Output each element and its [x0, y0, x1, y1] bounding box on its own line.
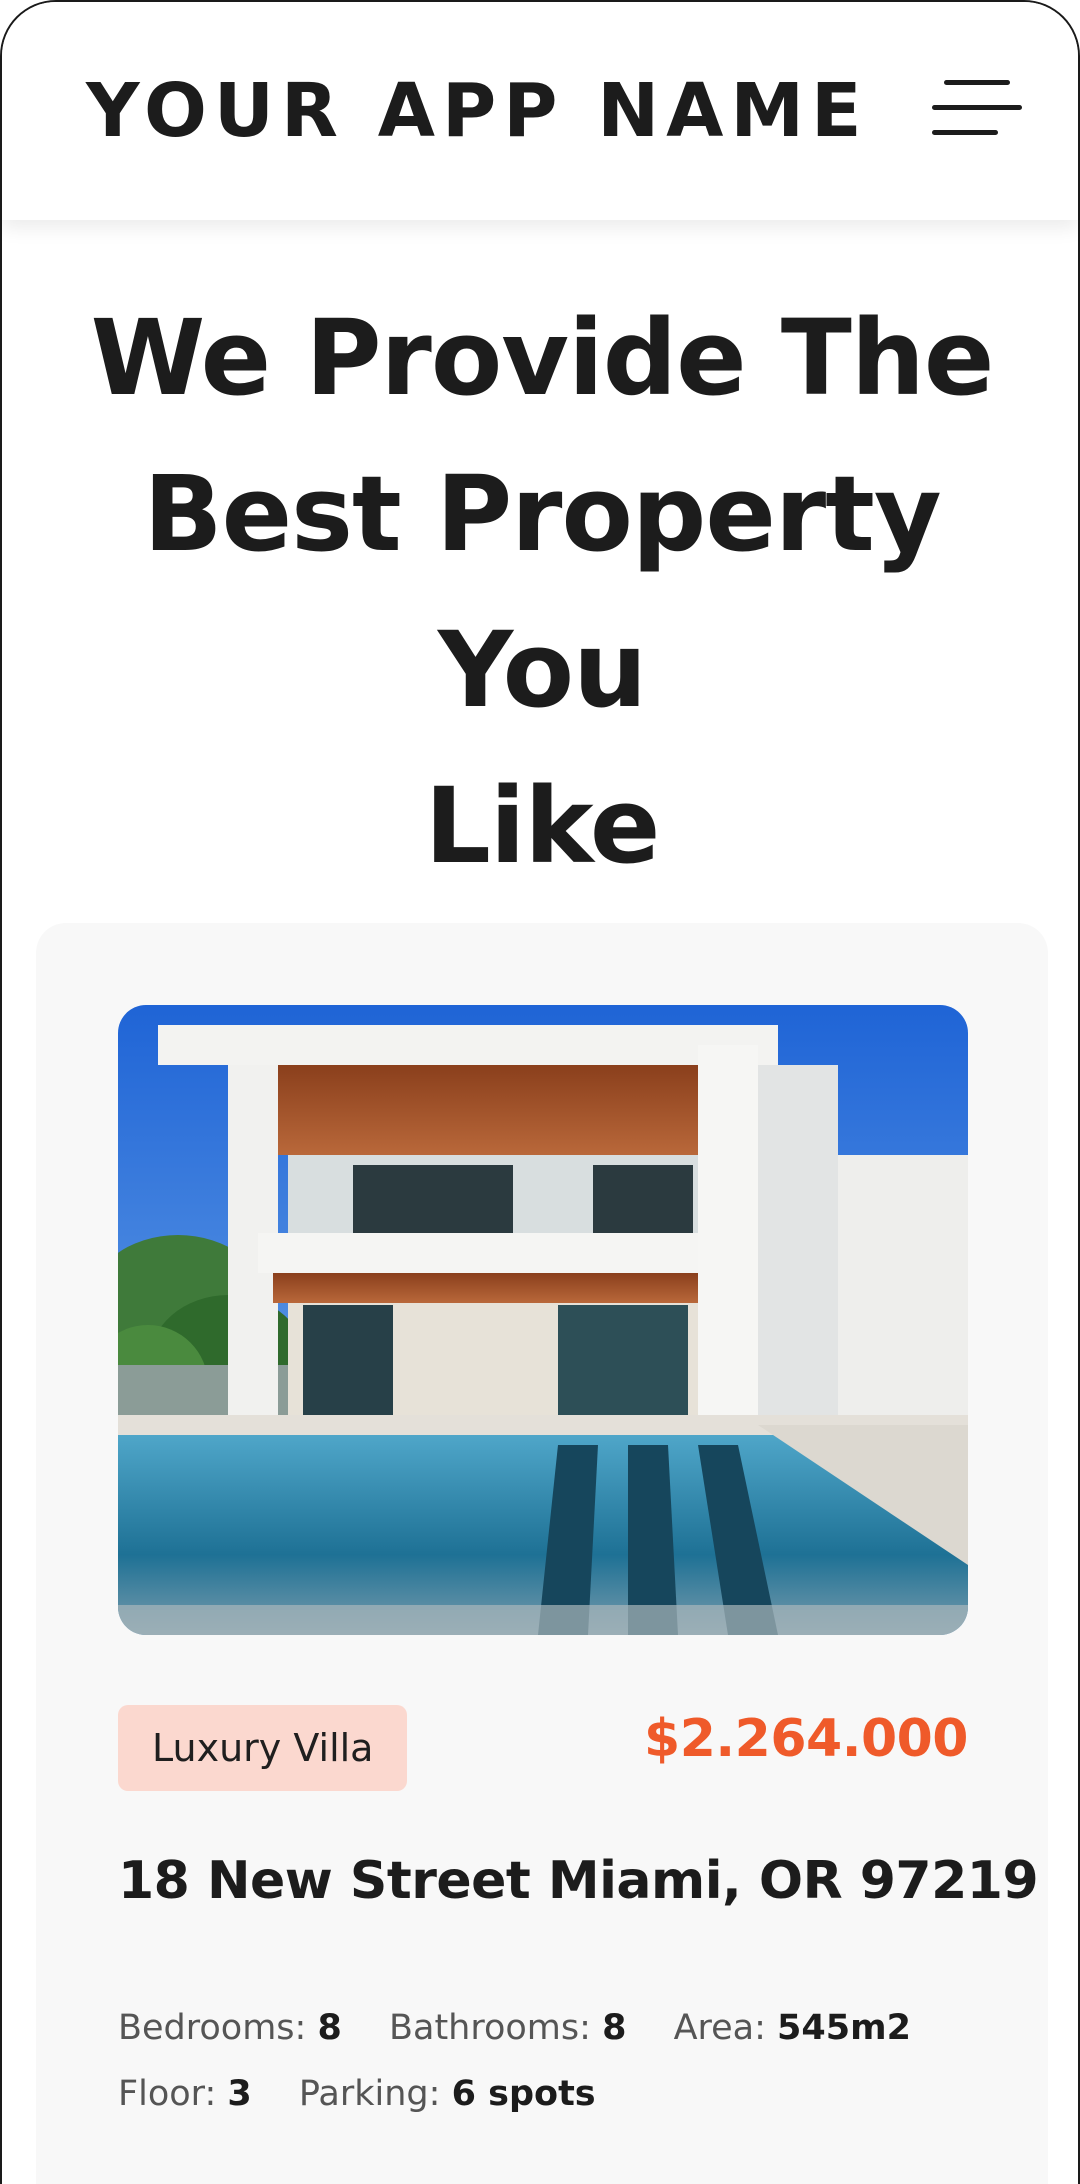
spec-value: 8 — [317, 2008, 342, 2048]
property-card[interactable]: Luxury Villa $2.264.000 18 New Street Mi… — [36, 923, 1048, 2184]
app-screen: YOUR APP NAME We Provide The Best Proper… — [0, 0, 1080, 2184]
top-bar: YOUR APP NAME — [2, 2, 1078, 220]
price: $2.264.000 — [644, 1709, 968, 1769]
property-address[interactable]: 18 New Street Miami, OR 97219 — [118, 1851, 1039, 1911]
category-badge: Luxury Villa — [118, 1705, 408, 1791]
app-name: YOUR APP NAME — [86, 68, 869, 154]
spec-label: Parking: — [298, 2074, 441, 2114]
hero-title: We Provide The Best Property You Like — [22, 280, 1062, 904]
menu-line — [932, 105, 1022, 110]
spec-area: Area: 545m2 — [674, 1995, 911, 2061]
spec-parking: Parking: 6 spots — [299, 2061, 596, 2127]
spec-floor: Floor: 3 — [118, 2061, 252, 2127]
hero-title-line: Like — [424, 765, 661, 887]
hero-title-line: We Provide The — [90, 297, 995, 419]
hero-title-line: Best Property You — [143, 453, 941, 731]
spec-label: Bathrooms: — [388, 2008, 591, 2048]
menu-line — [944, 80, 1010, 85]
spec-label: Bedrooms: — [118, 2008, 307, 2048]
property-photo[interactable] — [118, 1005, 968, 1635]
spec-value: 545m2 — [777, 2008, 911, 2048]
spec-value: 6 spots — [451, 2074, 596, 2114]
property-specs: Bedrooms: 8 Bathrooms: 8 Area: 545m2 Flo… — [118, 1995, 978, 2127]
spec-bedrooms: Bedrooms: 8 — [118, 1995, 342, 2061]
spec-value: 3 — [227, 2074, 252, 2114]
spec-value: 8 — [602, 2008, 627, 2048]
modern-villa-with-pool-photo — [118, 1005, 968, 1635]
spec-label: Area: — [673, 2008, 766, 2048]
spec-bathrooms: Bathrooms: 8 — [389, 1995, 626, 2061]
hamburger-menu-icon[interactable] — [932, 72, 1022, 146]
menu-line — [932, 130, 998, 135]
spec-label: Floor: — [118, 2074, 217, 2114]
